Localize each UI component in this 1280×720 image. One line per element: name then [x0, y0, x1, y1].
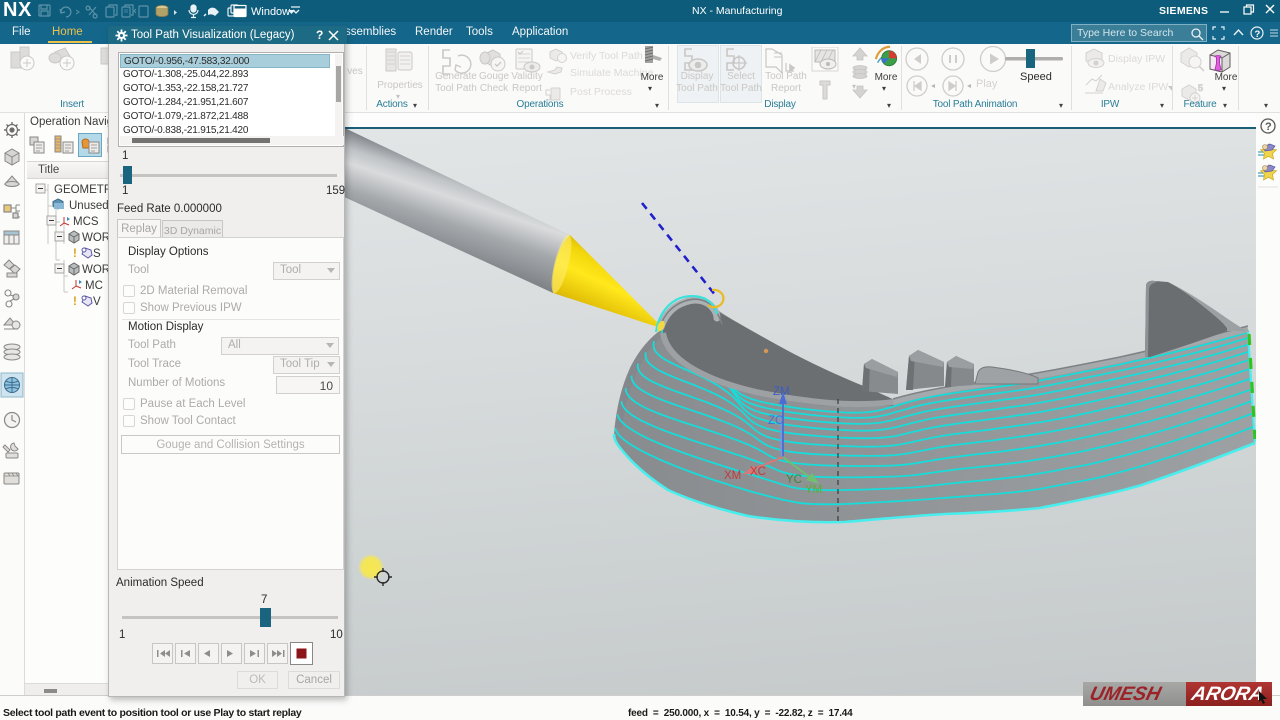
svg-text:XM: XM: [724, 470, 741, 482]
svg-text:YC: YC: [786, 474, 802, 486]
svg-text:YM: YM: [805, 484, 822, 496]
svg-text:XC: XC: [750, 466, 766, 478]
svg-text:ZC: ZC: [768, 415, 783, 427]
svg-text:ZM: ZM: [773, 386, 790, 398]
